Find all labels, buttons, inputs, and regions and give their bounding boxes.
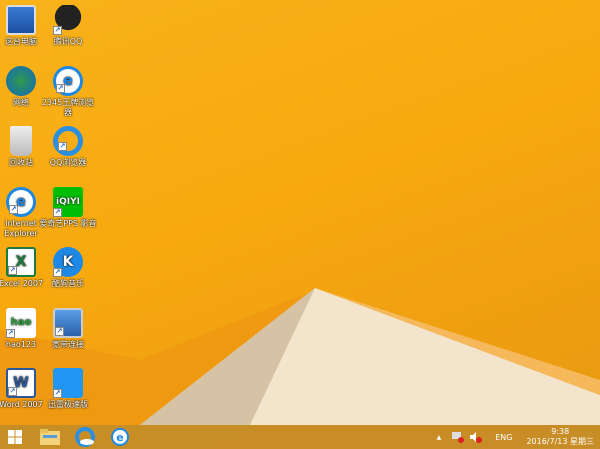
folder-icon bbox=[40, 429, 60, 445]
desktop-icon-label: QQ浏览器 bbox=[49, 158, 87, 167]
desktop-icon-label: 爱奇艺PPS 影音 bbox=[39, 218, 97, 228]
shortcut-arrow-icon: ↗ bbox=[58, 142, 67, 151]
shortcut-arrow-icon: ↗ bbox=[8, 266, 17, 275]
desktop-icon[interactable]: ↗ 腾讯QQ bbox=[39, 5, 97, 47]
show-hidden-icons-button[interactable]: ▲ bbox=[437, 434, 442, 441]
network-status-icon[interactable] bbox=[451, 431, 465, 443]
network-icon bbox=[6, 65, 36, 96]
taskbar: e ▲ ENG 9:38 2016/7/13 星期三 bbox=[0, 425, 600, 449]
desktop-icon[interactable]: K ↗ 酷狗音乐 bbox=[39, 247, 97, 289]
word-icon: W ↗ bbox=[6, 368, 36, 398]
desktop-icon-label: 迅雷极速版 bbox=[48, 400, 88, 409]
recycle-bin-icon bbox=[10, 126, 32, 156]
desktop-icon-label: 酷狗音乐 bbox=[52, 279, 84, 288]
shortcut-arrow-icon: ↗ bbox=[53, 207, 62, 217]
desktop-icon[interactable]: ↗ 宽带连接 bbox=[39, 307, 97, 350]
clock-time: 9:38 bbox=[551, 427, 570, 436]
clock-date: 2016/7/13 星期三 bbox=[526, 437, 594, 446]
desktop-icon[interactable]: e ↗ 2345王牌浏览器 bbox=[39, 65, 97, 118]
desktop-icon[interactable]: ↗ QQ浏览器 bbox=[39, 126, 97, 168]
taskbar-2345-browser[interactable]: e bbox=[105, 425, 135, 449]
shortcut-arrow-icon: ↗ bbox=[53, 26, 62, 35]
kugou-icon: K ↗ bbox=[53, 247, 83, 277]
desktop-icon[interactable]: ↗ 迅雷极速版 bbox=[39, 368, 97, 410]
shortcut-arrow-icon: ↗ bbox=[9, 204, 18, 214]
qq-penguin-icon: ↗ bbox=[53, 5, 83, 35]
2345-browser-icon: e bbox=[111, 428, 129, 446]
computer-icon bbox=[6, 5, 36, 35]
shortcut-arrow-icon: ↗ bbox=[53, 268, 62, 277]
2345-browser-icon: e ↗ bbox=[53, 65, 83, 96]
start-button[interactable] bbox=[0, 425, 30, 449]
taskbar-file-explorer[interactable] bbox=[35, 425, 65, 449]
qq-browser-icon bbox=[75, 427, 95, 447]
iqiyi-icon: iQIYI ↗ bbox=[53, 186, 83, 217]
desktop-icon[interactable]: iQIYI ↗ 爱奇艺PPS 影音 bbox=[39, 186, 97, 229]
input-language[interactable]: ENG bbox=[495, 433, 512, 442]
shortcut-arrow-icon: ↗ bbox=[8, 387, 17, 396]
svg-text:e: e bbox=[116, 431, 123, 444]
shortcut-arrow-icon: ↗ bbox=[55, 326, 64, 336]
shortcut-arrow-icon: ↗ bbox=[56, 83, 65, 93]
qq-browser-icon: ↗ bbox=[53, 126, 83, 156]
shortcut-arrow-icon: ↗ bbox=[6, 328, 15, 338]
windows-logo-icon bbox=[8, 430, 22, 444]
desktop-icon-label: 腾讯QQ bbox=[53, 37, 83, 46]
taskbar-qq-browser[interactable] bbox=[70, 425, 100, 449]
broadband-connection-icon: ↗ bbox=[53, 307, 83, 338]
desktop-icon-label: 宽带连接 bbox=[52, 339, 84, 349]
thunder-icon: ↗ bbox=[53, 368, 83, 398]
shortcut-arrow-icon: ↗ bbox=[53, 389, 62, 398]
system-tray: ▲ ENG 9:38 2016/7/13 星期三 bbox=[437, 425, 594, 449]
desktop-icon-label: 2345王牌浏览器 bbox=[41, 97, 95, 117]
ie-icon: e ↗ bbox=[6, 186, 36, 217]
desktop: 这台电脑 ↗ 腾讯QQ 网络 e ↗ 2345王牌浏览器 回收站 ↗ QQ浏览器 e ↗ Interne… bbox=[0, 0, 600, 425]
hao123-icon: hao ↗ bbox=[6, 307, 36, 338]
clock[interactable]: 9:38 2016/7/13 星期三 bbox=[526, 427, 594, 447]
volume-muted-icon[interactable] bbox=[469, 431, 483, 443]
excel-icon: X ↗ bbox=[6, 247, 36, 277]
